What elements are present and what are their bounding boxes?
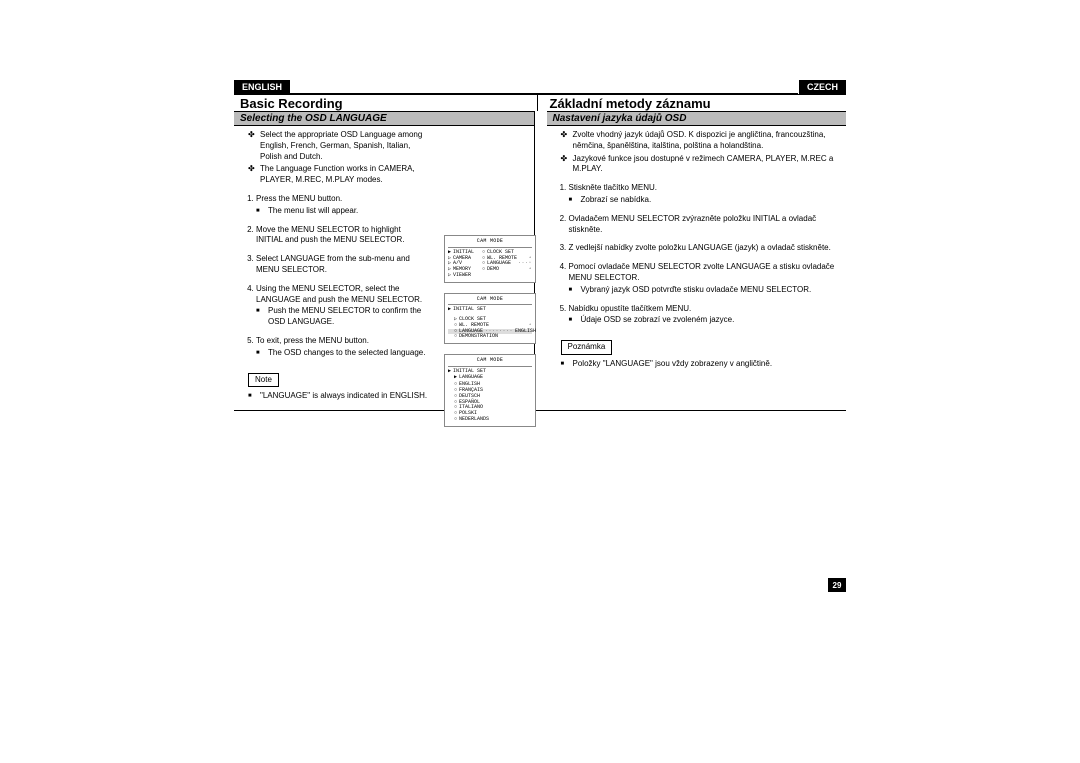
osd-figures: CAM MODE ▶INITIAL ○CLOCK SET ▷CAMERA ○WL… (444, 235, 536, 427)
titles: Basic Recording Základní metody záznamu (234, 94, 846, 111)
note-text-right: Položky "LANGUAGE" jsou vždy zobrazeny v… (561, 359, 841, 370)
osd-screen-main-menu: CAM MODE ▶INITIAL ○CLOCK SET ▷CAMERA ○WL… (444, 235, 536, 283)
note-label-left: Note (248, 373, 279, 388)
subtitle-left: Selecting the OSD LANGUAGE (234, 111, 534, 126)
intro-left: Select the appropriate OSD Language amon… (234, 130, 434, 186)
osd-screen-initial-set: CAM MODE ▶INITIAL SET ▷CLOCK SET ○WL. RE… (444, 293, 536, 345)
columns: Selecting the OSD LANGUAGE Select the ap… (234, 111, 846, 411)
page-number: 29 (828, 578, 846, 592)
steps-left: Press the MENU button. The menu list wil… (234, 194, 434, 359)
lang-bar: ENGLISH CZECH (234, 80, 846, 94)
subtitle-right: Nastavení jazyka údajů OSD (547, 111, 847, 126)
intro-right: Zvolte vhodný jazyk údajů OSD. K dispozi… (547, 130, 847, 175)
manual-page: ENGLISH CZECH Basic Recording Základní m… (234, 80, 846, 600)
note-label-right: Poznámka (561, 340, 613, 355)
page-sheet: ENGLISH CZECH Basic Recording Základní m… (0, 0, 1080, 763)
title-left: Basic Recording (234, 95, 537, 111)
note-text-left: "LANGUAGE" is always indicated in ENGLIS… (248, 391, 428, 402)
osd-screen-language-list: CAM MODE ▶INITIAL SET ▶LANGUAGE ○ENGLISH… (444, 354, 536, 427)
right-column: Nastavení jazyka údajů OSD Zvolte vhodný… (534, 111, 847, 410)
lang-pill-czech: CZECH (799, 80, 846, 94)
title-right: Základní metody záznamu (537, 95, 847, 111)
steps-right: Stiskněte tlačítko MENU. Zobrazí se nabí… (547, 183, 847, 326)
lang-pill-english: ENGLISH (234, 80, 290, 94)
